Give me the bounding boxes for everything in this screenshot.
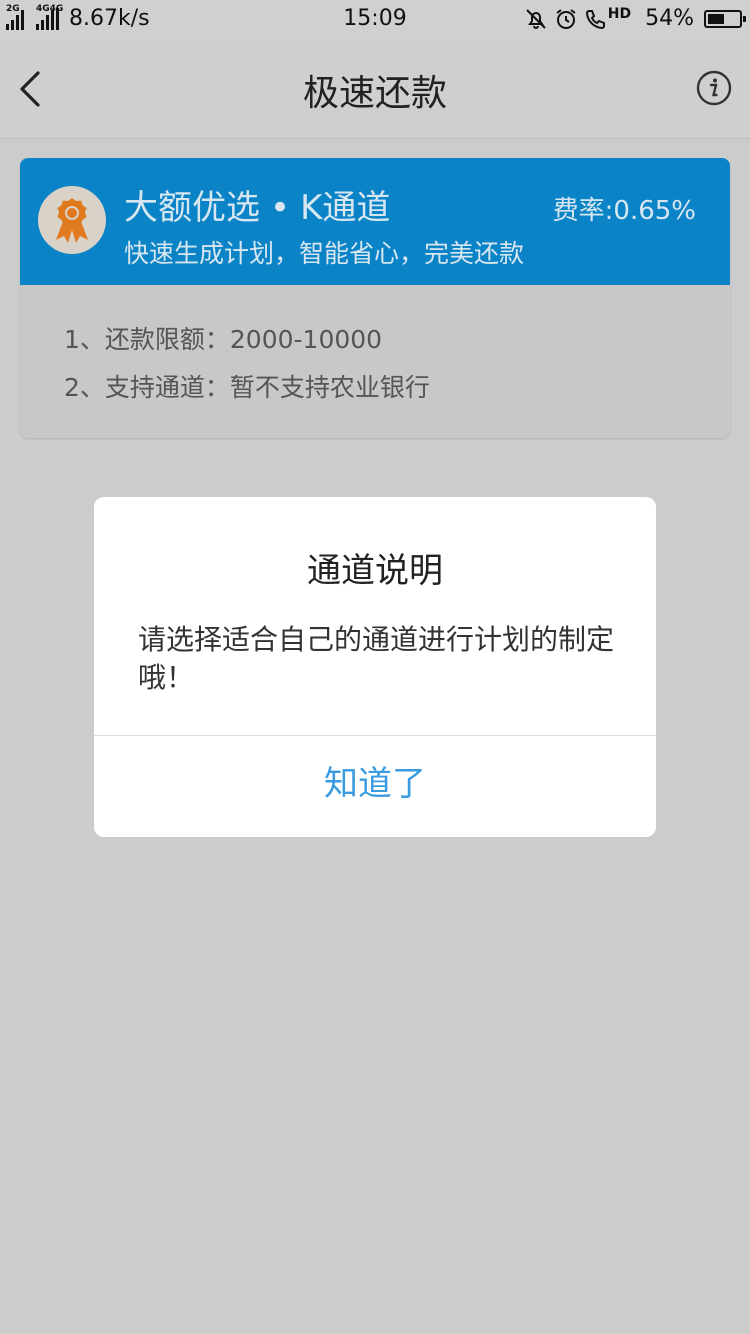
channel-card[interactable]: 大额优选 • K通道 费率:0.65% 快速生成计划，智能省心，完美还款 1、还款限… bbox=[20, 158, 730, 438]
detail-item-limit: 1、还款限额：2000-10000 bbox=[64, 325, 383, 354]
page-title: 极速还款 bbox=[302, 73, 447, 114]
bell-off-icon bbox=[526, 8, 546, 29]
hd-call-icon bbox=[585, 9, 605, 29]
dialog-confirm-button[interactable]: 知道了 bbox=[94, 736, 656, 837]
channel-title: 大额优选 • K通道 bbox=[124, 180, 390, 229]
channel-details: 1、还款限额：2000-10000 2、支持通道：暂不支持农业银行 bbox=[64, 316, 430, 412]
channel-code: K通道 bbox=[300, 188, 391, 228]
channel-info-dialog: 通道说明 请选择适合自己的通道进行计划的制定哦！ 知道了 bbox=[94, 497, 656, 837]
award-ribbon-icon bbox=[56, 198, 88, 243]
dialog-message: 请选择适合自己的通道进行计划的制定哦！ bbox=[138, 623, 615, 694]
info-icon[interactable] bbox=[696, 70, 732, 106]
title-separator: • bbox=[270, 188, 291, 228]
channel-name: 大额优选 bbox=[124, 188, 260, 228]
detail-item-support: 2、支持通道：暂不支持农业银行 bbox=[64, 373, 430, 402]
award-badge bbox=[38, 186, 106, 254]
alarm-icon bbox=[556, 8, 576, 29]
status-right: HD 54% bbox=[524, 5, 746, 31]
nav-header: 极速还款 bbox=[0, 40, 750, 139]
battery-icon bbox=[704, 9, 746, 28]
channel-subtitle: 快速生成计划，智能省心，完美还款 bbox=[124, 239, 525, 268]
dialog-title: 通道说明 bbox=[307, 551, 443, 591]
channel-card-header: 大额优选 • K通道 费率:0.65% 快速生成计划，智能省心，完美还款 bbox=[20, 158, 730, 285]
battery-percent: 54% bbox=[645, 6, 694, 31]
hd-label: HD bbox=[607, 5, 632, 22]
fee-rate: 费率:0.65% bbox=[552, 196, 696, 226]
status-bar: 2G 4G4G 8.67k/s 15:09 HD 54% bbox=[0, 0, 750, 40]
